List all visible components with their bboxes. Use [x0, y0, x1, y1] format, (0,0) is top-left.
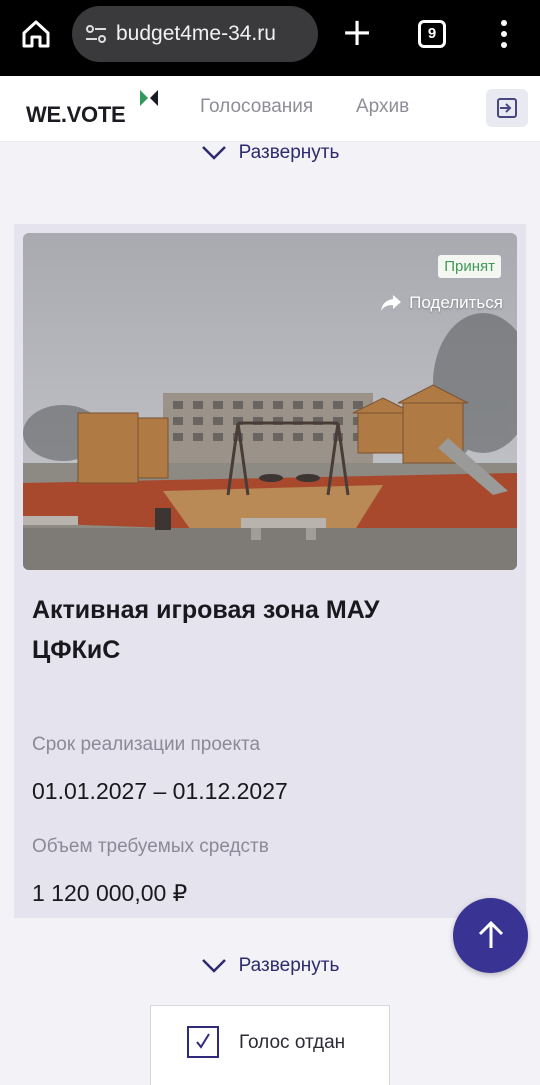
- project-title: Активная игровая зона МАУ ЦФКиС: [32, 596, 380, 664]
- term-value: 01.01.2027 – 01.12.2027: [32, 778, 288, 804]
- expand-label: Развернуть: [238, 142, 340, 163]
- project-photo: Принят Поделиться: [23, 233, 517, 570]
- address-bar[interactable]: budget4me-34.ru: [72, 6, 318, 62]
- term-label: Срок реализации проекта: [32, 734, 261, 755]
- share-icon: [381, 295, 402, 311]
- site-header: WE.VOTE Голосования Архив: [0, 76, 540, 142]
- nav-votings[interactable]: Голосования: [200, 96, 313, 118]
- logout-icon: [497, 98, 517, 118]
- expand-button[interactable]: Развернуть: [0, 955, 540, 985]
- project-card: Принят Поделиться Активная игровая зона …: [14, 224, 526, 918]
- share-button[interactable]: Поделиться: [379, 293, 503, 313]
- site-logo[interactable]: WE.VOTE: [26, 102, 126, 128]
- playground-image: [23, 233, 517, 570]
- status-badge: Принят: [438, 255, 501, 278]
- checkmark-icon: [196, 1033, 210, 1049]
- new-tab-button[interactable]: +: [340, 13, 374, 51]
- logo-mark-icon: [140, 90, 158, 106]
- funds-value: 1 120 000,00 ₽: [32, 880, 188, 906]
- vote-label: Голос отдан: [239, 1032, 346, 1053]
- vote-status: Голос отдан: [150, 1005, 390, 1085]
- more-menu-icon[interactable]: [494, 18, 514, 50]
- scroll-to-top-button[interactable]: [453, 898, 528, 973]
- arrow-up-icon: [478, 920, 504, 948]
- logout-button[interactable]: [486, 89, 528, 127]
- chevron-down-icon: [201, 959, 226, 973]
- chevron-down-icon: [201, 146, 226, 160]
- share-label: Поделиться: [409, 293, 503, 312]
- home-icon[interactable]: [20, 18, 52, 50]
- site-settings-icon[interactable]: [84, 22, 108, 46]
- expand-label: Развернуть: [238, 955, 340, 976]
- browser-toolbar: budget4me-34.ru + 9: [0, 0, 540, 76]
- vote-checkbox: [187, 1026, 219, 1058]
- nav-archive[interactable]: Архив: [356, 96, 409, 118]
- tab-switcher-button[interactable]: 9: [418, 20, 446, 48]
- url-text: budget4me-34.ru: [116, 22, 276, 45]
- expand-button-previous[interactable]: Развернуть: [0, 142, 540, 172]
- funds-label: Объем требуемых средств: [32, 836, 269, 857]
